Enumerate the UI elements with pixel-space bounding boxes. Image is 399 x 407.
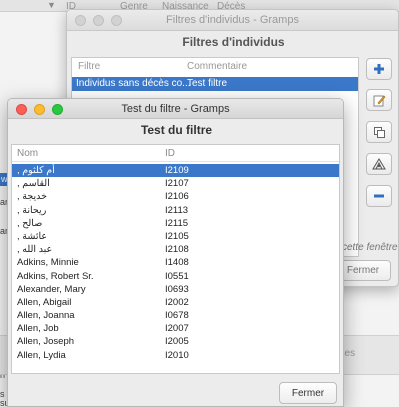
person-id: I0551 [165,270,189,282]
test-icon [372,158,386,170]
person-id: I0678 [165,310,189,322]
filters-heading: Filtres d'individus [182,35,285,49]
table-row[interactable]: , صالح I2115 [12,217,339,230]
table-row[interactable]: Allen, Lydia I2010 [12,349,339,362]
person-id: I2002 [165,296,189,308]
remove-filter-button[interactable] [366,185,392,207]
table-row[interactable]: Alexander, Mary I0693 [12,283,339,296]
person-name: Alexander, Mary [17,283,86,295]
filter-row[interactable]: Individus sans décès co... Test filtre [72,77,358,91]
person-id: I2113 [165,204,189,216]
person-name: , أم كلثوم [17,165,55,176]
results-rows: , أم كلثوم I2109 , القاسم I2107 , خديجة I2106… [12,164,339,362]
column-name[interactable]: Nom [17,148,38,159]
table-row[interactable]: Allen, Abigail I2002 [12,296,339,309]
person-name: , صالح [17,217,43,229]
person-id: I2115 [165,217,189,229]
close-hint: cette fenêtre [342,242,398,253]
person-id: I2106 [165,191,189,203]
column-id[interactable]: ID [165,148,175,159]
person-name: , خديجة [17,191,48,203]
filters-window-title: Filtres d'individus - Gramps [166,14,299,26]
person-name: , ريحانة [17,204,47,216]
person-name: Adkins, Minnie [17,257,79,269]
results-column-header: Nom ID [12,145,339,162]
person-name: Allen, Lydia [17,349,66,361]
edit-filter-button[interactable] [366,89,392,111]
person-name: Allen, Job [17,323,59,335]
table-row[interactable]: , خديجة I2106 [12,190,339,203]
chevron-down-icon: ▼ [47,0,56,10]
person-id: I1408 [165,257,189,269]
table-row[interactable]: Allen, Joseph I2005 [12,335,339,348]
person-id: I0693 [165,283,189,295]
copy-icon [373,126,385,138]
person-name: Allen, Joseph [17,336,75,348]
table-row[interactable]: , ريحانة I2113 [12,204,339,217]
person-id: I2105 [165,230,189,242]
test-filter-button[interactable] [366,153,392,175]
remove-icon [374,194,384,198]
person-name: , عبد الله [17,244,53,256]
test-titlebar[interactable]: Test du filtre - Gramps [8,99,343,119]
table-row[interactable]: , أم كلثوم I2109 [12,164,339,178]
person-name: Allen, Abigail [17,296,72,308]
person-id: I2108 [165,244,189,256]
add-icon [374,64,384,74]
edit-icon [373,95,385,106]
test-heading: Test du filtre [140,123,213,137]
person-name: , القاسم [17,178,50,190]
column-filter[interactable]: Filtre [78,61,100,72]
table-row[interactable]: Adkins, Robert Sr. I0551 [12,270,339,283]
test-close-button[interactable]: Fermer [279,382,337,404]
table-row[interactable]: , عائشة I2105 [12,230,339,243]
table-row[interactable]: Allen, Joanna I0678 [12,309,339,322]
test-filter-window: Test du filtre - Gramps Test du filtre N… [7,98,344,407]
person-id: I2107 [165,178,189,190]
add-filter-button[interactable] [366,58,392,80]
person-name: Allen, Joanna [17,310,75,322]
person-id: I2010 [165,349,189,361]
test-window-title: Test du filtre - Gramps [121,103,230,115]
filter-name: Individus sans décès co... [76,78,191,89]
filter-comment: Test filtre [187,78,228,89]
table-row[interactable]: , القاسم I2107 [12,177,339,190]
table-row[interactable]: Allen, Job I2007 [12,322,339,335]
column-comment[interactable]: Commentaire [187,61,247,72]
table-row[interactable]: , عبد الله I2108 [12,243,339,256]
table-row[interactable]: Adkins, Minnie I1408 [12,256,339,269]
person-name: Adkins, Robert Sr. [17,270,94,282]
person-id: I2109 [165,165,189,176]
person-name: , عائشة [17,230,48,242]
results-list[interactable]: Nom ID , أم كلثوم I2109, القاسم I2107, خدي… [11,144,340,374]
copy-filter-button[interactable] [366,121,392,143]
person-id: I2005 [165,336,189,348]
filters-titlebar[interactable]: Filtres d'individus - Gramps [67,10,398,31]
person-id: I2007 [165,323,189,335]
